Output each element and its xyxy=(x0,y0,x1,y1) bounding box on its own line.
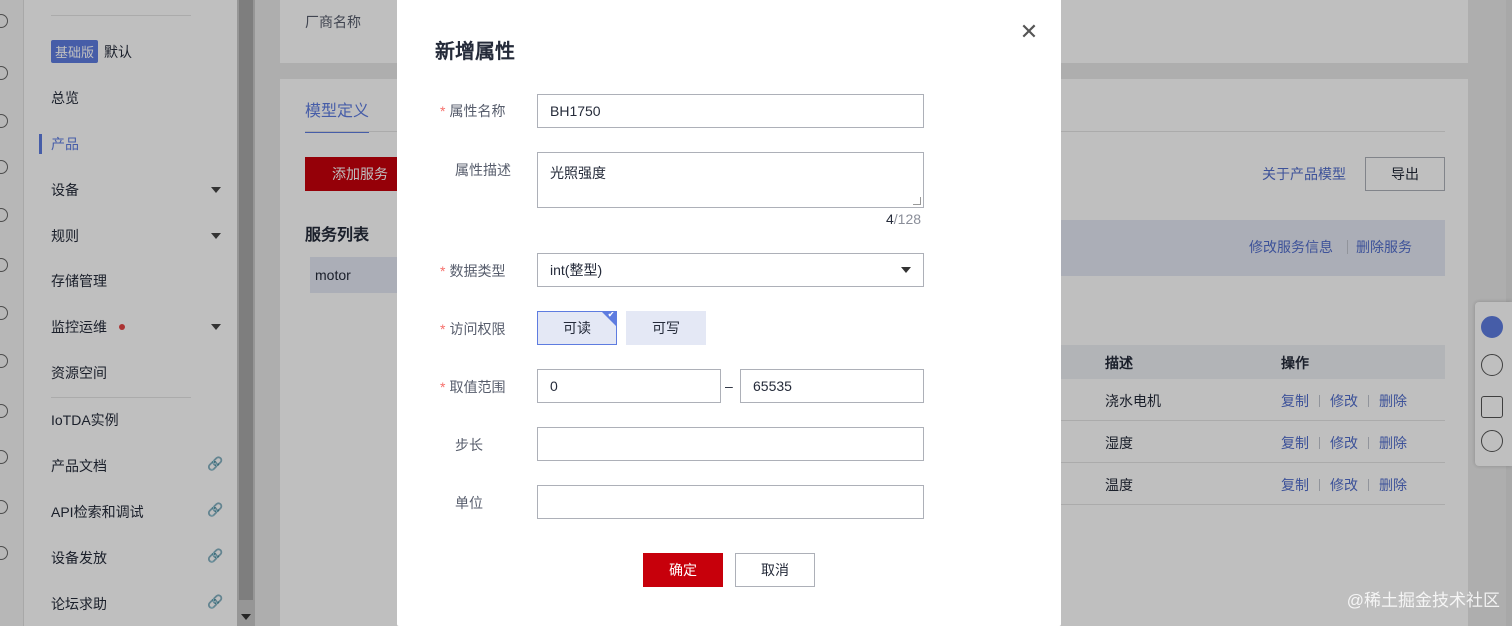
unit-input[interactable] xyxy=(537,485,924,519)
step-label: 步长 xyxy=(455,437,483,453)
property-desc-textarea[interactable]: 光照强度 xyxy=(537,152,924,208)
property-desc-label: 属性描述 xyxy=(455,162,511,178)
access-read-option[interactable]: 可读 ✔ xyxy=(537,311,617,345)
value-range-label: * 取值范围 xyxy=(440,379,506,395)
resize-handle-icon[interactable] xyxy=(913,197,921,205)
required-mark: * xyxy=(440,379,446,395)
access-label: * 访问权限 xyxy=(440,321,506,337)
close-icon[interactable]: ✕ xyxy=(1017,20,1041,44)
unit-label: 单位 xyxy=(455,495,483,511)
cancel-button[interactable]: 取消 xyxy=(735,553,815,587)
confirm-button[interactable]: 确定 xyxy=(643,553,723,587)
data-type-select[interactable]: int(整型) xyxy=(537,253,924,287)
range-min-input[interactable]: 0 xyxy=(537,369,721,403)
dialog-title: 新增属性 xyxy=(435,41,515,63)
add-property-dialog: 新增属性 ✕ * 属性名称 BH1750 属性描述 光照强度 4/128 * 数据类… xyxy=(397,0,1061,626)
range-dash: – xyxy=(725,378,733,394)
property-name-input[interactable]: BH1750 xyxy=(537,94,924,128)
select-value: int(整型) xyxy=(550,262,603,278)
step-input[interactable] xyxy=(537,427,924,461)
range-max-input[interactable]: 65535 xyxy=(740,369,924,403)
required-mark: * xyxy=(440,103,446,119)
required-mark: * xyxy=(440,263,446,279)
access-write-option[interactable]: 可写 xyxy=(626,311,706,345)
char-counter: 4/128 xyxy=(886,211,922,227)
required-mark: * xyxy=(440,321,446,337)
textarea-value: 光照强度 xyxy=(550,165,606,181)
option-label: 可读 xyxy=(563,320,591,336)
watermark: @稀土掘金技术社区 xyxy=(1346,591,1500,610)
property-name-label: * 属性名称 xyxy=(440,103,506,119)
check-icon: ✔ xyxy=(607,311,615,319)
chevron-down-icon xyxy=(901,267,911,273)
data-type-label: * 数据类型 xyxy=(440,263,506,279)
